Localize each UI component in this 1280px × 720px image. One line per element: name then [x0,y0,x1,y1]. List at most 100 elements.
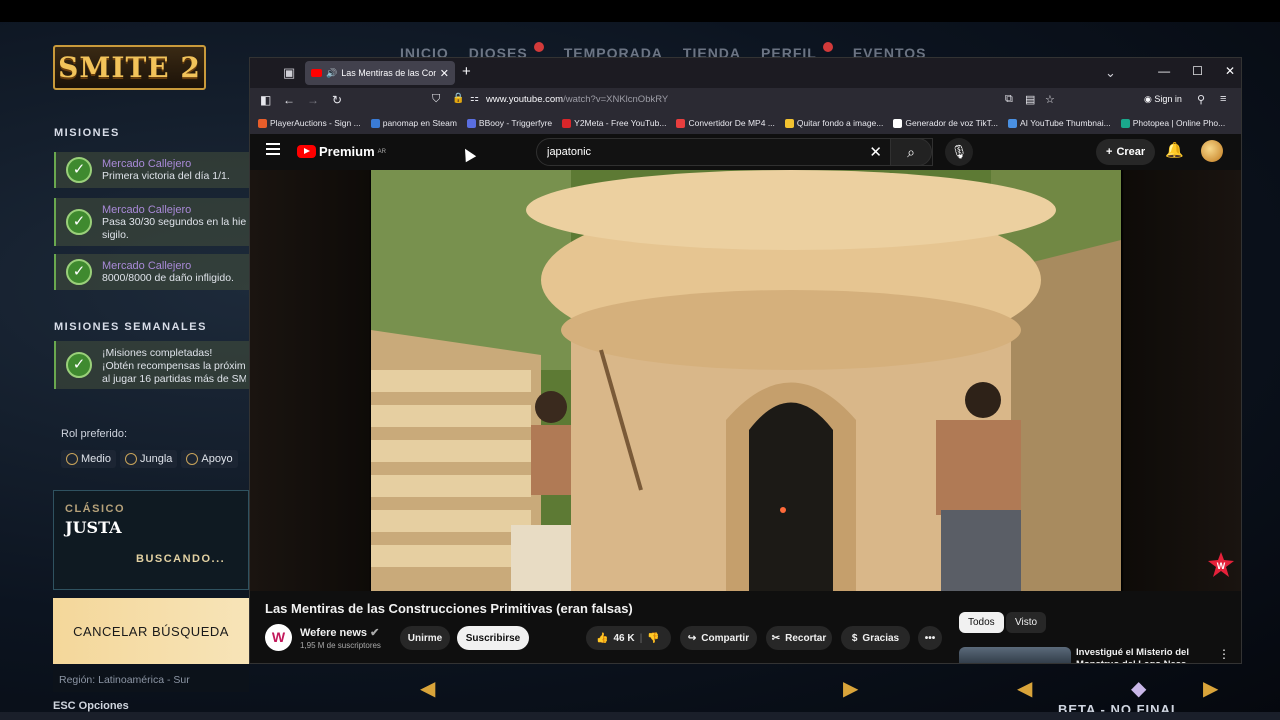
search-icon[interactable]: ⌕ [890,138,932,166]
close-window-icon[interactable]: ✕ [1225,64,1235,78]
create-button[interactable]: + Crear [1096,139,1156,165]
chip-todos[interactable]: Todos [959,612,1004,633]
recommended-title[interactable]: Investigué el Misterio del Monstruo del … [1076,647,1216,663]
bell-icon[interactable]: 🔔 [1165,141,1184,159]
esc-options[interactable]: ESC Opciones [53,700,129,712]
bookmark-item[interactable]: BBooy - Triggerfyre [466,118,553,128]
arrow-left-icon[interactable]: ◀ [420,676,435,701]
bookmark-item[interactable]: Y2Meta - Free YouTub... [562,118,666,128]
bookmark-item[interactable]: AI YouTube Thumbnai... [1007,118,1111,128]
lock-icon[interactable]: 🔒 [452,93,464,104]
avatar[interactable] [1201,140,1223,162]
microphone-icon[interactable]: 🎙 [945,138,973,166]
nav-bar: ◧ ← → ↻ ⛉ 🔒 ⚏ www.youtube.com/watch?v=XN… [250,88,1241,112]
arrow-right-icon[interactable]: ▶ [1203,676,1218,701]
bookmark-label: BBooy - Triggerfyre [478,118,553,128]
bookmark-item[interactable]: Photopea | Online Pho... [1120,118,1226,128]
bookmark-label: Photopea | Online Pho... [1132,118,1226,128]
bookmark-item[interactable]: Convertidor De MP4 ... [676,118,775,128]
top-black-bar [0,0,1280,22]
bookmark-item[interactable]: PlayerAuctions - Sign ... [258,118,361,128]
thumbs-down-icon[interactable]: 👎 [647,633,659,644]
bookmark-favicon-icon [676,118,686,128]
permissions-icon[interactable]: ⚏ [470,93,479,104]
svg-text:W: W [1217,561,1226,571]
clear-search-icon[interactable]: ✕ [869,143,882,161]
channel-name[interactable]: Wefere news ✔ [300,626,379,639]
mission-desc: Primera victoria del día 1/1. [102,170,230,182]
url-host: www.youtube.com [486,94,564,105]
cancel-search-button[interactable]: CANCELAR BÚSQUEDA [53,598,249,664]
role-medio-icon [66,453,78,465]
recommended-thumbnail[interactable] [959,647,1071,663]
bookmark-item[interactable]: Generador de voz TikT... [893,118,998,128]
search-input[interactable] [547,146,867,158]
check-icon: ✓ [66,352,92,378]
extensions-icon[interactable]: ⚲ [1197,93,1205,106]
bookmark-label: PlayerAuctions - Sign ... [270,118,361,128]
more-actions-icon[interactable]: ••• [918,626,942,650]
channel-watermark-icon[interactable]: W [1208,552,1234,578]
thumbs-up-icon[interactable]: 👍 [596,633,608,644]
back-icon[interactable]: ← [283,93,295,107]
role-apoyo[interactable]: Apoyo [181,450,238,468]
reader-view-icon[interactable]: ▤ [1025,93,1035,106]
speaker-icon[interactable]: 🔊 [326,68,337,79]
role-label: Rol preferido: [61,428,128,440]
queue-status: BUSCANDO... [136,553,226,565]
minimize-icon[interactable]: — [1158,64,1170,78]
arrow-right-icon[interactable]: ▶ [843,676,858,701]
youtube-logo[interactable]: Premium AR [297,144,386,159]
chip-visto[interactable]: Visto [1006,612,1047,633]
video-frame[interactable] [371,170,1121,591]
bookmark-favicon-icon [466,118,476,128]
role-jungla-icon [124,453,137,465]
bookmark-favicon-icon [258,118,267,128]
arrow-left-icon[interactable]: ◀ [1017,676,1032,701]
role-medio[interactable]: Medio [61,450,116,468]
sign-in-button[interactable]: ◉ Sign in [1144,94,1182,105]
youtube-logo-text: Premium [319,144,375,159]
bookmark-item[interactable]: Quitar fondo a image... [784,118,884,128]
logo-text: SMITE 2 [58,51,201,84]
bookmark-label: Quitar fondo a image... [796,118,884,128]
maximize-icon[interactable]: ☐ [1192,64,1203,78]
browser-window: ▣ 🔊 Las Mentiras de las Construcciones ✕… [249,57,1242,664]
smite-logo: SMITE 2 [53,45,206,90]
subscribe-button[interactable]: Suscribirse [457,626,529,650]
thanks-button[interactable]: $ Gracias [841,626,910,650]
clip-button[interactable]: ✂ Recortar [766,626,832,650]
like-count[interactable]: 46 K [613,633,634,644]
close-tab-icon[interactable]: ✕ [440,67,449,80]
video-player[interactable]: W [250,170,1241,591]
picture-in-picture-icon[interactable]: ⧉ [1005,93,1013,106]
bookmark-favicon-icon [1120,118,1130,128]
hamburger-menu-icon[interactable] [266,143,280,155]
tab-list-icon[interactable]: ▣ [283,65,295,81]
share-button[interactable]: ↪ Compartir [680,626,757,650]
chevron-down-icon[interactable]: ⌄ [1105,65,1116,81]
more-vert-icon[interactable]: ⋮ [1218,647,1230,661]
account-icon: ◉ [1144,94,1155,104]
url-bar[interactable]: www.youtube.com/watch?v=XNKlcnObkRY [486,94,668,105]
plus-icon: + [1106,146,1113,158]
search-box: ✕ ⌕ [536,138,933,166]
menu-icon[interactable]: ≡ [1220,93,1226,105]
star-icon[interactable]: ☆ [1045,93,1055,106]
role-jungla[interactable]: Jungla [119,450,178,468]
tab-youtube[interactable]: 🔊 Las Mentiras de las Construcciones ✕ [305,61,455,85]
sign-in-label: Sign in [1154,94,1182,104]
check-icon: ✓ [66,209,92,235]
shield-icon[interactable]: ⛉ [432,93,440,106]
join-button[interactable]: Unirme [400,626,450,650]
bookmark-item[interactable]: panomap en Steam [370,118,457,128]
reload-icon[interactable]: ↻ [332,93,342,107]
share-label: Compartir [701,632,750,644]
tab-title: Las Mentiras de las Construcciones [341,68,436,78]
bookmark-favicon-icon [1007,118,1017,128]
thanks-label: Gracias [862,632,900,644]
new-tab-icon[interactable]: + [462,63,471,80]
forward-icon[interactable]: → [307,93,319,107]
sidebar-icon[interactable]: ◧ [260,93,271,107]
channel-avatar[interactable]: W [265,624,292,651]
